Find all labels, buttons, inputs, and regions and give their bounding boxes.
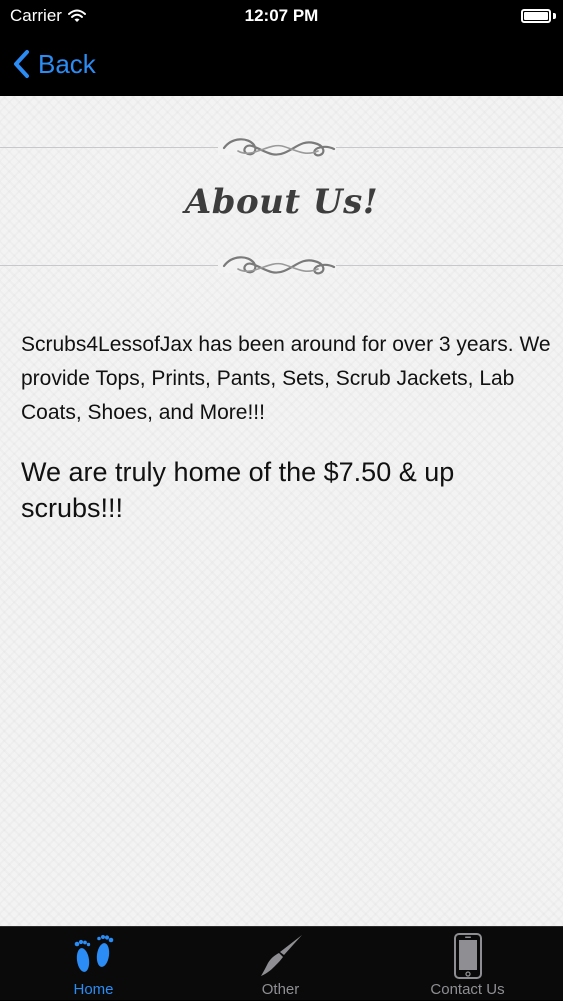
tab-home[interactable]: Home [0,927,187,1001]
price-paragraph: We are truly home of the $7.50 & up scru… [21,457,455,523]
status-time: 12:07 PM [244,6,319,25]
about-content: About Us! Scrubs4LessofJax has been arou… [0,96,563,926]
back-button[interactable]: Back [12,46,96,82]
phone-icon [453,933,482,979]
top-flourish-icon [218,138,336,157]
tab-contact-us-label: Contact Us [430,981,505,998]
tab-other[interactable]: Other [187,927,374,1001]
page-title: About Us! [184,182,379,222]
back-label: Back [38,48,96,79]
battery-icon [521,9,551,23]
status-bar: Carrier 12:07 PM [0,0,563,32]
about-paragraph: Scrubs4LessofJax has been around for ove… [21,333,551,424]
tab-other-label: Other [261,981,300,998]
footprints-icon [74,935,113,972]
paintbrush-icon [260,935,302,976]
tab-home-label: Home [73,981,114,998]
tab-contact-us[interactable]: Contact Us [374,927,561,1001]
navigation-bar: Back [0,32,563,96]
bottom-flourish-icon [218,256,336,275]
chevron-left-icon [14,50,29,78]
battery-tip [553,13,556,19]
tab-bar: Home Other Contact Us [0,926,563,1000]
